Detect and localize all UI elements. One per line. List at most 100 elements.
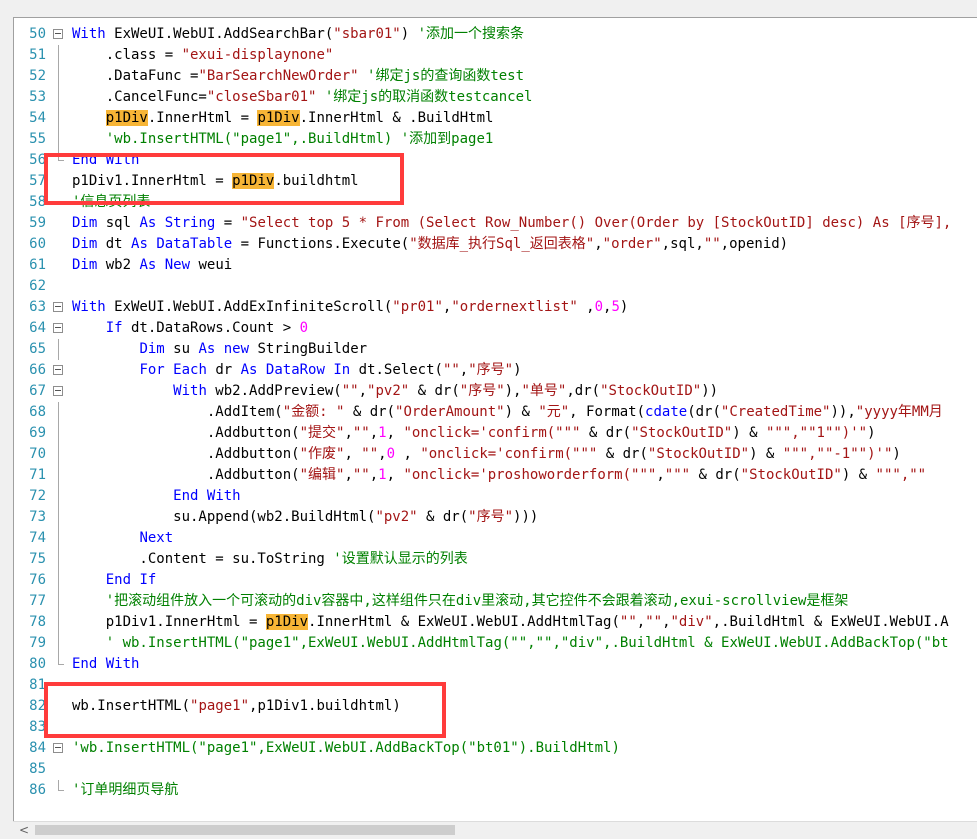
code-line[interactable]: 75 .Content = su.ToString '设置默认显示的列表 <box>14 549 977 570</box>
code-token-pl: ), <box>504 383 522 399</box>
code-line[interactable]: 54 p1Div.InnerHtml = p1Div.InnerHtml & .… <box>14 108 977 129</box>
code-line[interactable]: 51 .class = "exui-displaynone" <box>14 45 977 66</box>
code-line[interactable]: 72 End With <box>14 486 977 507</box>
code-token-kw: new <box>223 341 250 357</box>
code-token-pl: , <box>577 299 595 315</box>
code-token-str: "OrderAmount" <box>395 404 505 420</box>
line-number: 54 <box>29 110 46 126</box>
line-number: 84 <box>29 740 46 756</box>
code-line[interactable]: 64 If dt.DataRows.Count > 0 <box>14 318 977 339</box>
code-line[interactable]: 78 p1Div1.InnerHtml = p1Div.InnerHtml & … <box>14 612 977 633</box>
fold-guide <box>49 570 69 591</box>
code-line[interactable]: 67 With wb2.AddPreview("","pv2" & dr("序号… <box>14 381 977 402</box>
code-line[interactable]: 62 <box>14 276 977 297</box>
collapse-icon[interactable] <box>49 297 69 318</box>
code-token-kw: End <box>105 572 132 588</box>
code-line[interactable]: 85 <box>14 759 977 780</box>
horizontal-scrollbar[interactable]: < <box>13 821 977 839</box>
code-line[interactable]: 74 Next <box>14 528 977 549</box>
line-number: 86 <box>29 782 46 798</box>
code-token-pl: su.Append(wb2.BuildHtml( <box>72 509 376 525</box>
line-number: 62 <box>29 278 46 294</box>
collapse-icon[interactable] <box>49 381 69 402</box>
collapse-icon[interactable] <box>49 360 69 381</box>
code-line[interactable]: 73 su.Append(wb2.BuildHtml("pv2" & dr("序… <box>14 507 977 528</box>
code-token-str: "" <box>703 236 721 252</box>
fold-gutter <box>49 276 69 297</box>
code-token-str: ""","" <box>875 467 927 483</box>
code-token-str: "StockOutID" <box>740 467 842 483</box>
code-token-kw: DataRow <box>265 362 325 378</box>
code-token-com: '绑定js的取消函数testcancel <box>324 89 533 105</box>
code-token-str: "" <box>341 383 359 399</box>
line-number: 57 <box>29 173 46 189</box>
code-line[interactable]: 77 '把滚动组件放入一个可滚动的div容器中,这样组件只在div里滚动,其它控… <box>14 591 977 612</box>
fold-guide <box>49 45 69 66</box>
code-token-str: "数据库_执行Sql_返回表格" <box>409 236 595 252</box>
code-line[interactable]: 86 '订单明细页导航 <box>14 780 977 801</box>
code-token-str: "编辑" <box>299 467 345 483</box>
code-line[interactable]: 52 .DataFunc ="BarSearchNewOrder" '绑定js的… <box>14 66 977 87</box>
line-number: 64 <box>29 320 46 336</box>
code-token-pl: , <box>344 446 362 462</box>
code-line[interactable]: 53 .CancelFunc="closeSbar01" '绑定js的取消函数t… <box>14 87 977 108</box>
code-line[interactable]: 80 End With <box>14 654 977 675</box>
code-line[interactable]: 59 Dim sql As String = "Select top 5 * Fr… <box>14 213 977 234</box>
scroll-left-icon[interactable]: < <box>19 823 29 837</box>
code-line[interactable]: 66 For Each dr As DataRow In dt.Select("… <box>14 360 977 381</box>
code-line[interactable]: 76 End If <box>14 570 977 591</box>
code-token-kw: New <box>164 257 191 273</box>
code-token-pl: sql <box>97 215 140 231</box>
code-line[interactable]: 55 'wb.InsertHTML("page1",.BuildHtml) '添… <box>14 129 977 150</box>
line-number: 81 <box>29 677 46 693</box>
code-token-com: 'wb.InsertHTML("page1",.BuildHtml) '添加到p… <box>105 131 494 147</box>
collapse-icon[interactable] <box>49 24 69 45</box>
fold-guide <box>49 87 69 108</box>
code-token-str: "" <box>361 446 379 462</box>
code-line[interactable]: 69 .Addbutton("提交","",1, "onclick='confi… <box>14 423 977 444</box>
line-number: 63 <box>29 299 46 315</box>
code-token-pl: , <box>344 467 353 483</box>
fold-guide <box>49 66 69 87</box>
collapse-icon[interactable] <box>49 738 69 759</box>
code-token-kw: Each <box>173 362 207 378</box>
code-token-str: "序号" <box>468 362 514 378</box>
code-token-pl: wb2.AddPreview( <box>206 383 342 399</box>
code-token-str: "" <box>645 614 663 630</box>
code-token-str: "order" <box>602 236 662 252</box>
line-number: 67 <box>29 383 46 399</box>
code-line[interactable]: 79 ' wb.InsertHTML("page1",ExWeUI.WebUI.… <box>14 633 977 654</box>
code-line[interactable]: 60 Dim dt As DataTable = Functions.Execut… <box>14 234 977 255</box>
code-token-hl: p1Div <box>105 110 148 126</box>
code-line[interactable]: 68 .AddItem("金额: " & dr("OrderAmount") &… <box>14 402 977 423</box>
code-line[interactable]: 65 Dim su As new StringBuilder <box>14 339 977 360</box>
collapse-icon[interactable] <box>49 318 69 339</box>
code-line[interactable]: 61 Dim wb2 As New weui <box>14 255 977 276</box>
code-text: .AddItem("金额: " & dr("OrderAmount") & "元… <box>72 402 943 423</box>
code-line[interactable]: 50 With ExWeUI.WebUI.AddSearchBar("sbar01… <box>14 24 977 45</box>
fold-guide <box>49 507 69 528</box>
code-token-kw: Dim <box>139 341 165 357</box>
code-text: p1Div.InnerHtml = p1Div.InnerHtml & .Bui… <box>72 108 493 129</box>
line-number: 66 <box>29 362 46 378</box>
code-token-pl: (dr( <box>687 404 721 420</box>
code-line[interactable]: 71 .Addbutton("编辑","",1, "onclick='prosh… <box>14 465 977 486</box>
code-token-str: "" <box>442 362 460 378</box>
code-text: '把滚动组件放入一个可滚动的div容器中,这样组件只在div里滚动,其它控件不会… <box>72 591 849 612</box>
scrollbar-thumb[interactable] <box>35 825 455 835</box>
code-token-pl: )) <box>701 383 719 399</box>
fold-guide <box>49 591 69 612</box>
code-token-kw: As <box>139 215 157 231</box>
code-line[interactable]: 70 .Addbutton("作废", "",0 , "onclick='con… <box>14 444 977 465</box>
code-token-pl: & dr( <box>690 467 741 483</box>
code-token-kw: With <box>173 383 207 399</box>
code-line[interactable]: 63 With ExWeUI.WebUI.AddExInfiniteScroll(… <box>14 297 977 318</box>
code-token-str: "金额: " <box>282 404 345 420</box>
code-line[interactable]: 84 'wb.InsertHTML("page1",ExWeUI.WebUI.Ad… <box>14 738 977 759</box>
